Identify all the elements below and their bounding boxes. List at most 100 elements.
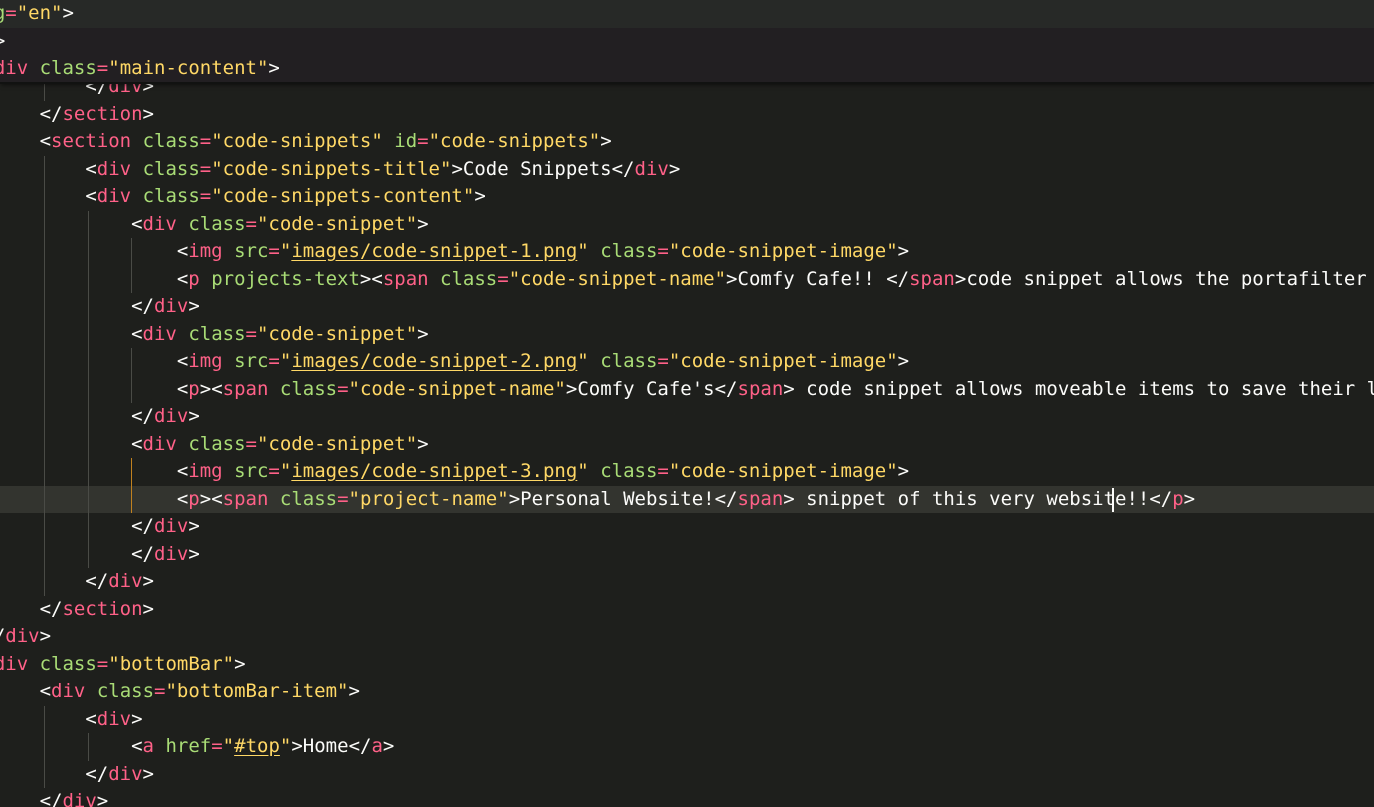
- code-token-link[interactable]: #top: [234, 735, 280, 757]
- code-line-text: </div>: [0, 788, 1374, 807]
- code-token-punct: <: [176, 350, 189, 372]
- code-line-text: <div class="code-snippets-title">Code Sn…: [0, 156, 1374, 184]
- code-token-punct: >: [897, 350, 910, 372]
- code-token-eq: =: [96, 57, 109, 79]
- code-token-link[interactable]: images/code-snippet-2.png: [291, 350, 577, 372]
- code-token-text: Comfy Cafe!!: [737, 267, 887, 290]
- code-editor[interactable]: </div> </section> <section class="code-s…: [0, 0, 1374, 807]
- code-token-text: Code Snippets: [462, 157, 612, 180]
- code-line[interactable]: </div>: [0, 513, 1374, 541]
- code-token-tag: div: [62, 790, 97, 807]
- code-token-punct: >: [348, 680, 360, 702]
- code-token-punct: <: [39, 130, 52, 152]
- code-token-tag: div: [153, 515, 189, 537]
- code-line[interactable]: </section>: [0, 596, 1374, 624]
- code-token-punct: </: [131, 405, 154, 427]
- code-line-active[interactable]: <p><span class="project-name">Personal W…: [0, 485, 1374, 513]
- code-line[interactable]: <div class="code-snippet">: [0, 320, 1374, 348]
- sticky-line-text: >: [0, 28, 1374, 56]
- code-token-punct: >: [39, 625, 52, 647]
- code-token-punct: </: [39, 790, 63, 807]
- code-viewport[interactable]: </div> </section> <section class="code-s…: [0, 73, 1374, 807]
- code-line[interactable]: /div>: [0, 623, 1374, 651]
- code-token-attr: src: [234, 460, 269, 482]
- code-token-punct: </: [714, 487, 738, 510]
- code-line[interactable]: <img src="images/code-snippet-3.png" cla…: [0, 458, 1374, 486]
- code-line[interactable]: <a href="#top">Home</a>: [0, 733, 1374, 761]
- code-token-tag: a: [371, 735, 383, 757]
- code-line-text: </div>: [0, 541, 1374, 569]
- code-token-str: "main-content": [108, 57, 269, 79]
- code-line[interactable]: <div class="code-snippet">: [0, 430, 1374, 458]
- code-line-text: <div class="code-snippets-content">: [0, 183, 1374, 211]
- code-token-tag: span: [382, 267, 429, 290]
- code-line[interactable]: <p projects-text><span class="code-snipp…: [0, 265, 1374, 293]
- code-token-link[interactable]: images/code-snippet-1.png: [291, 240, 577, 262]
- code-line[interactable]: div class="bottomBar">: [0, 651, 1374, 679]
- code-token-punct: >: [142, 570, 154, 592]
- code-token-eq: =: [657, 240, 669, 262]
- code-line[interactable]: <img src="images/code-snippet-2.png" cla…: [0, 348, 1374, 376]
- code-line[interactable]: </section>: [0, 101, 1374, 129]
- code-line[interactable]: <section class="code-snippets" id="code-…: [0, 128, 1374, 156]
- code-token-punct: </: [85, 762, 109, 785]
- code-token-punct: >: [565, 377, 578, 400]
- code-line[interactable]: <div class="code-snippet">: [0, 210, 1374, 238]
- code-token-text: Personal Website!: [520, 487, 715, 510]
- code-line[interactable]: </div>: [0, 403, 1374, 431]
- code-line-text: </section>: [0, 596, 1374, 624]
- code-line[interactable]: <div class="code-snippets-title">Code Sn…: [0, 155, 1374, 184]
- code-token-eq: =: [245, 212, 257, 235]
- code-line[interactable]: <div class="code-snippets-content">: [0, 183, 1374, 211]
- code-token-punct: >: [417, 432, 429, 455]
- code-line[interactable]: </div>: [0, 568, 1374, 596]
- code-line-text: <img src="images/code-snippet-2.png" cla…: [0, 348, 1374, 376]
- code-line[interactable]: <p><span class="code-snippet-name">Comfy…: [0, 375, 1374, 403]
- code-token-eq: =: [96, 652, 109, 675]
- code-line[interactable]: <img src="images/code-snippet-1.png" cla…: [0, 238, 1374, 266]
- code-line[interactable]: </div>: [0, 293, 1374, 321]
- code-token-eq: =: [337, 377, 349, 400]
- code-line[interactable]: <div>: [0, 705, 1374, 734]
- code-token-punct: <: [176, 377, 189, 400]
- code-token-tag: section: [62, 597, 143, 620]
- code-line[interactable]: <div class="bottomBar-item">: [0, 678, 1374, 706]
- code-token-eq: =: [245, 432, 257, 455]
- code-token-attr: id: [394, 130, 418, 152]
- code-token-text: Home: [302, 735, 349, 757]
- code-token-punct: >: [783, 377, 795, 400]
- code-token-punct: >: [142, 762, 154, 785]
- code-token-eq: =: [497, 267, 509, 290]
- sticky-scroll-line[interactable]: g="en">: [0, 0, 1374, 28]
- code-token-link[interactable]: images/code-snippet-3.png: [291, 460, 577, 482]
- sticky-scroll-line[interactable]: >: [0, 27, 1374, 56]
- code-line-text: </div>: [0, 568, 1374, 596]
- code-token-eq: =: [417, 130, 429, 152]
- code-line[interactable]: </div>: [0, 760, 1374, 788]
- code-token-punct: <: [176, 487, 189, 510]
- code-line[interactable]: </div>: [0, 788, 1374, 807]
- code-token-punct: >: [417, 322, 429, 345]
- code-token-punct: <: [85, 157, 97, 180]
- code-token-tag: a: [142, 735, 154, 757]
- code-token-punct: <: [211, 377, 223, 400]
- code-token-tag: span: [737, 487, 784, 510]
- code-line[interactable]: </div>: [0, 540, 1374, 569]
- code-token-eq: =: [245, 322, 257, 345]
- code-line-text: <div>: [0, 706, 1374, 734]
- code-token-str: "en": [16, 2, 63, 24]
- sticky-scroll-header[interactable]: g="en">>div class="main-content">: [0, 0, 1374, 84]
- sticky-scroll-line[interactable]: div class="main-content">: [0, 55, 1374, 83]
- code-token-tag: p: [188, 377, 200, 400]
- code-token-attr: class: [142, 185, 200, 207]
- code-token-str: "code-snippets": [211, 130, 383, 152]
